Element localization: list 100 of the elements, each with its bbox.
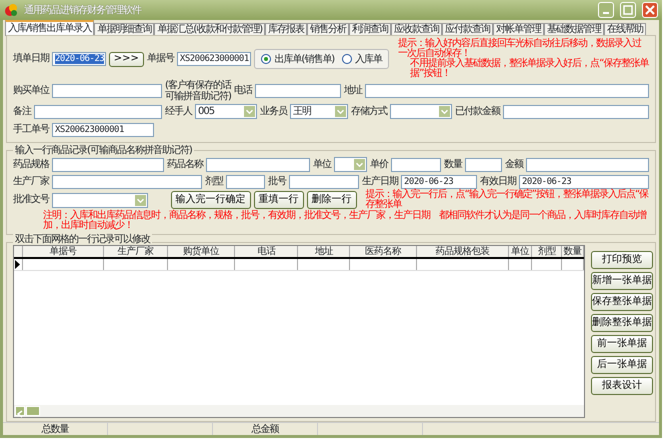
- button[interactable]: 后一张单据: [591, 356, 653, 374]
- field-label: 购买单位: [13, 85, 49, 97]
- app-icon: [4, 3, 18, 17]
- column-header[interactable]: 数量: [562, 246, 584, 257]
- status-label: 总数量: [3, 423, 108, 435]
- tab[interactable]: 基础数据管理: [544, 23, 604, 36]
- column-header[interactable]: 单位: [508, 246, 532, 257]
- field-label: 存储方式: [351, 106, 387, 118]
- radio-option[interactable]: 入库单: [342, 52, 382, 66]
- tab[interactable]: 库存报表: [265, 23, 308, 36]
- column-header[interactable]: 电话: [235, 246, 298, 257]
- input-field[interactable]: 2020-06-23: [519, 174, 649, 188]
- tab[interactable]: 单据明细查询: [94, 23, 154, 36]
- field-label: 生产厂家: [13, 176, 49, 188]
- input-field[interactable]: [503, 104, 649, 118]
- field-label: 填单日期: [13, 53, 49, 65]
- horizontal-scrollbar[interactable]: [14, 405, 584, 417]
- field-label: 药品名称: [167, 158, 203, 170]
- input-field[interactable]: [465, 158, 502, 172]
- dropdown[interactable]: [52, 192, 148, 208]
- field-label: 数量: [444, 158, 462, 170]
- hint-text: 不用提前录入基础数据，整张单据录入好后，点“保存整张单据”按钮！: [409, 59, 649, 79]
- dropdown[interactable]: 005: [195, 104, 257, 119]
- dropdown[interactable]: [334, 157, 367, 172]
- field-label: 地址: [344, 85, 362, 97]
- column-header[interactable]: 单据号: [22, 246, 104, 257]
- column-header[interactable]: 药品规格包装: [417, 246, 509, 257]
- input-field[interactable]: 2020-06-23: [401, 174, 477, 188]
- field-note: 可输拼音助记符): [165, 91, 231, 102]
- tab[interactable]: 应收款查询: [391, 23, 442, 36]
- button[interactable]: 打印预览: [591, 251, 653, 269]
- button[interactable]: 删除整张单据: [591, 314, 653, 332]
- field-label: 手工单号: [13, 124, 49, 136]
- group-title: 双击下面网格的一行记录可以修改: [13, 234, 152, 245]
- field-label: 剂型: [205, 176, 223, 188]
- input-field[interactable]: [289, 174, 359, 188]
- button[interactable]: >>>: [108, 52, 144, 66]
- input-field[interactable]: 2020-06-23: [52, 52, 106, 66]
- field-label: 经手人: [165, 106, 192, 118]
- button[interactable]: 新增一张单据: [591, 272, 653, 290]
- field-label: 备注: [13, 106, 31, 118]
- hint-text: 提示：输入好内容后直接回车光标自动往后移动，数据录入过一次后自动保存！: [398, 39, 642, 59]
- tab[interactable]: 应付款查询: [442, 23, 494, 36]
- field-label: 单据号: [146, 53, 174, 65]
- column-header[interactable]: 医药名称: [350, 246, 418, 257]
- button[interactable]: 删除一行: [306, 191, 357, 209]
- minimize-icon: [603, 12, 609, 14]
- field-label: 批准文号: [13, 194, 49, 206]
- button[interactable]: 保存整张单据: [591, 293, 653, 311]
- column-header[interactable]: 剂型: [532, 246, 562, 257]
- button[interactable]: 前一张单据: [591, 335, 653, 353]
- maximize-button[interactable]: [620, 2, 636, 18]
- input-field[interactable]: XS200623000001: [52, 122, 154, 136]
- field-note: (客户有保存的话: [165, 80, 231, 91]
- note-text: 注明：入库和出库药品信息时，商品名称，规格，批号，有效期，批准文号，生产厂家，生产日期 都相同软件才认为是同一个商品，入库时库存自动增加，出库时自动减少！: [42, 210, 648, 231]
- input-field[interactable]: [206, 158, 310, 172]
- field-label: 药品规格: [13, 158, 49, 170]
- tab[interactable]: 对帐单管理: [493, 23, 544, 36]
- close-button[interactable]: [642, 2, 658, 18]
- input-field[interactable]: [52, 158, 164, 172]
- field-label: 已付款金额: [455, 106, 500, 118]
- tab[interactable]: 在线帮助: [604, 23, 646, 36]
- dropdown[interactable]: [390, 104, 452, 119]
- input-field[interactable]: [526, 158, 649, 172]
- input-field[interactable]: [254, 84, 341, 98]
- dropdown[interactable]: 王明: [290, 104, 348, 119]
- status-label: 总金额: [213, 423, 318, 435]
- column-header[interactable]: 生产厂家: [104, 246, 168, 257]
- field-label: 单价: [370, 158, 388, 170]
- tab[interactable]: 入库/销售出库单录入: [5, 20, 94, 36]
- scroll-thumb[interactable]: [26, 406, 40, 416]
- hint-text: 提示：输入完一行后，点“输入完一行确定”按钮，整张单据录入后点“保存整张单: [366, 190, 649, 210]
- field-label: 金额: [505, 158, 523, 170]
- button[interactable]: 重填一行: [254, 191, 304, 209]
- input-field[interactable]: [364, 84, 649, 98]
- field-label: 单位: [313, 158, 331, 170]
- field-label: 批号: [268, 176, 286, 188]
- field-label: 有效日期: [480, 176, 516, 188]
- field-label: 电话: [234, 85, 252, 97]
- button[interactable]: 报表设计: [591, 377, 653, 395]
- field-label: 生产日期: [362, 176, 398, 188]
- tab[interactable]: 销售分析: [307, 23, 350, 36]
- group-title: 输入一行商品记录(可输商品名称拼音助记符): [13, 145, 194, 156]
- input-field[interactable]: [391, 158, 441, 172]
- radio-option[interactable]: 出库单(销售单): [261, 52, 334, 66]
- input-field[interactable]: [52, 174, 202, 188]
- input-field[interactable]: [226, 174, 265, 188]
- input-field[interactable]: [52, 84, 162, 98]
- field-label: 业务员: [260, 106, 287, 118]
- column-header[interactable]: 购货单位: [168, 246, 236, 257]
- minimize-button[interactable]: [598, 2, 614, 18]
- tab[interactable]: 利润查询: [349, 23, 392, 36]
- input-field[interactable]: XS200623000001: [176, 52, 252, 66]
- window-title: 通用药品进销存财务管理软件: [24, 4, 142, 18]
- maximize-icon: [623, 5, 633, 15]
- input-field[interactable]: [34, 104, 162, 118]
- column-header[interactable]: 地址: [298, 246, 350, 257]
- button[interactable]: 输入完一行确定: [170, 191, 251, 209]
- close-icon: [645, 5, 655, 15]
- tab[interactable]: 单据汇总(收款和付款管理): [154, 23, 266, 36]
